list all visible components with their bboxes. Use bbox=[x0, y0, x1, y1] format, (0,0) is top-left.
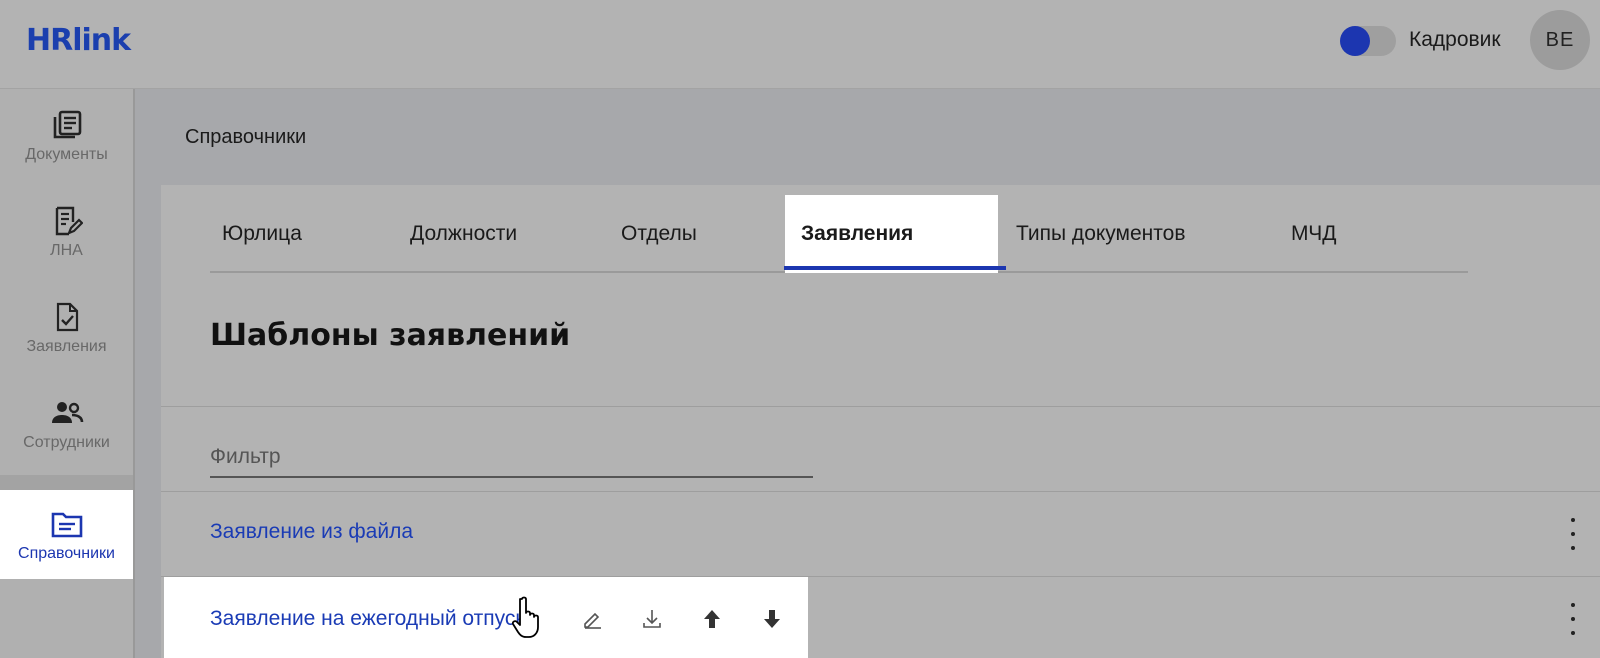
more-options-icon[interactable] bbox=[1563, 603, 1583, 635]
logo-text: HRlink bbox=[26, 22, 131, 58]
page-breadcrumb: Справочники bbox=[185, 126, 307, 148]
tab-label: МЧД bbox=[1291, 222, 1337, 245]
divider bbox=[161, 406, 1600, 407]
tab-document-types[interactable]: Типы документов bbox=[1016, 195, 1186, 273]
documents-icon bbox=[50, 108, 84, 142]
role-toggle[interactable] bbox=[1340, 26, 1396, 56]
sidebar-item-applications[interactable]: Заявления bbox=[0, 281, 133, 375]
sidebar-item-documents[interactable]: Документы bbox=[0, 89, 133, 183]
sidebar-item-label: Заявления bbox=[26, 338, 107, 355]
sidebar-item-label: ЛНА bbox=[50, 242, 83, 259]
hovered-row: Заявление на ежегодный отпуск bbox=[164, 577, 808, 658]
page-title: Шаблоны заявлений bbox=[210, 318, 571, 353]
sidebar-separator bbox=[0, 475, 133, 490]
sidebar: Документы ЛНА Заявления Сотрудники Справ… bbox=[0, 89, 135, 658]
sidebar-item-directories[interactable]: Справочники bbox=[0, 490, 133, 579]
tab-applications[interactable]: Заявления bbox=[785, 195, 998, 273]
edit-icon[interactable] bbox=[579, 605, 607, 633]
toggle-knob bbox=[1340, 26, 1370, 56]
template-link[interactable]: Заявление на ежегодный отпуск bbox=[210, 607, 525, 631]
avatar-initials: BE bbox=[1545, 28, 1575, 51]
sidebar-item-label: Сотрудники bbox=[23, 434, 110, 451]
template-link[interactable]: Заявление из файла bbox=[210, 520, 413, 544]
sidebar-item-employees[interactable]: Сотрудники bbox=[0, 377, 133, 471]
tab-label: Юрлица bbox=[222, 222, 302, 245]
filter-input[interactable] bbox=[210, 438, 813, 476]
folder-icon bbox=[50, 507, 84, 541]
tab-label: Отделы bbox=[621, 222, 697, 245]
tab-legal-entities[interactable]: Юрлица bbox=[222, 195, 302, 273]
active-tab-indicator bbox=[784, 266, 1006, 270]
tab-label: Заявления bbox=[801, 222, 914, 245]
move-down-icon[interactable] bbox=[758, 605, 786, 633]
tab-label: Должности bbox=[410, 222, 518, 245]
lna-edit-icon bbox=[50, 204, 84, 238]
hrlink-logo[interactable]: HRlink bbox=[26, 18, 131, 62]
move-up-icon[interactable] bbox=[698, 605, 726, 633]
sidebar-item-lna[interactable]: ЛНА bbox=[0, 185, 133, 279]
download-icon[interactable] bbox=[638, 605, 666, 633]
tab-mchd[interactable]: МЧД bbox=[1291, 195, 1336, 273]
sidebar-item-label: Справочники bbox=[18, 544, 115, 562]
top-bar: HRlink Кадровик BE bbox=[0, 0, 1600, 89]
avatar[interactable]: BE bbox=[1530, 10, 1590, 70]
filter-field[interactable] bbox=[210, 438, 813, 478]
role-label: Кадровик bbox=[1409, 28, 1501, 51]
sidebar-item-label: Документы bbox=[25, 146, 108, 163]
tab-bar: Юрлица Должности Отделы Заявления Типы д… bbox=[210, 195, 1468, 273]
tab-departments[interactable]: Отделы bbox=[621, 195, 697, 273]
tab-positions[interactable]: Должности bbox=[410, 195, 517, 273]
more-options-icon[interactable] bbox=[1563, 518, 1583, 550]
application-check-icon bbox=[50, 300, 84, 334]
hand-cursor-icon bbox=[511, 595, 548, 639]
employees-icon bbox=[50, 396, 84, 430]
tab-label: Типы документов bbox=[1016, 222, 1186, 245]
table-row: Заявление из файла bbox=[161, 492, 1600, 576]
